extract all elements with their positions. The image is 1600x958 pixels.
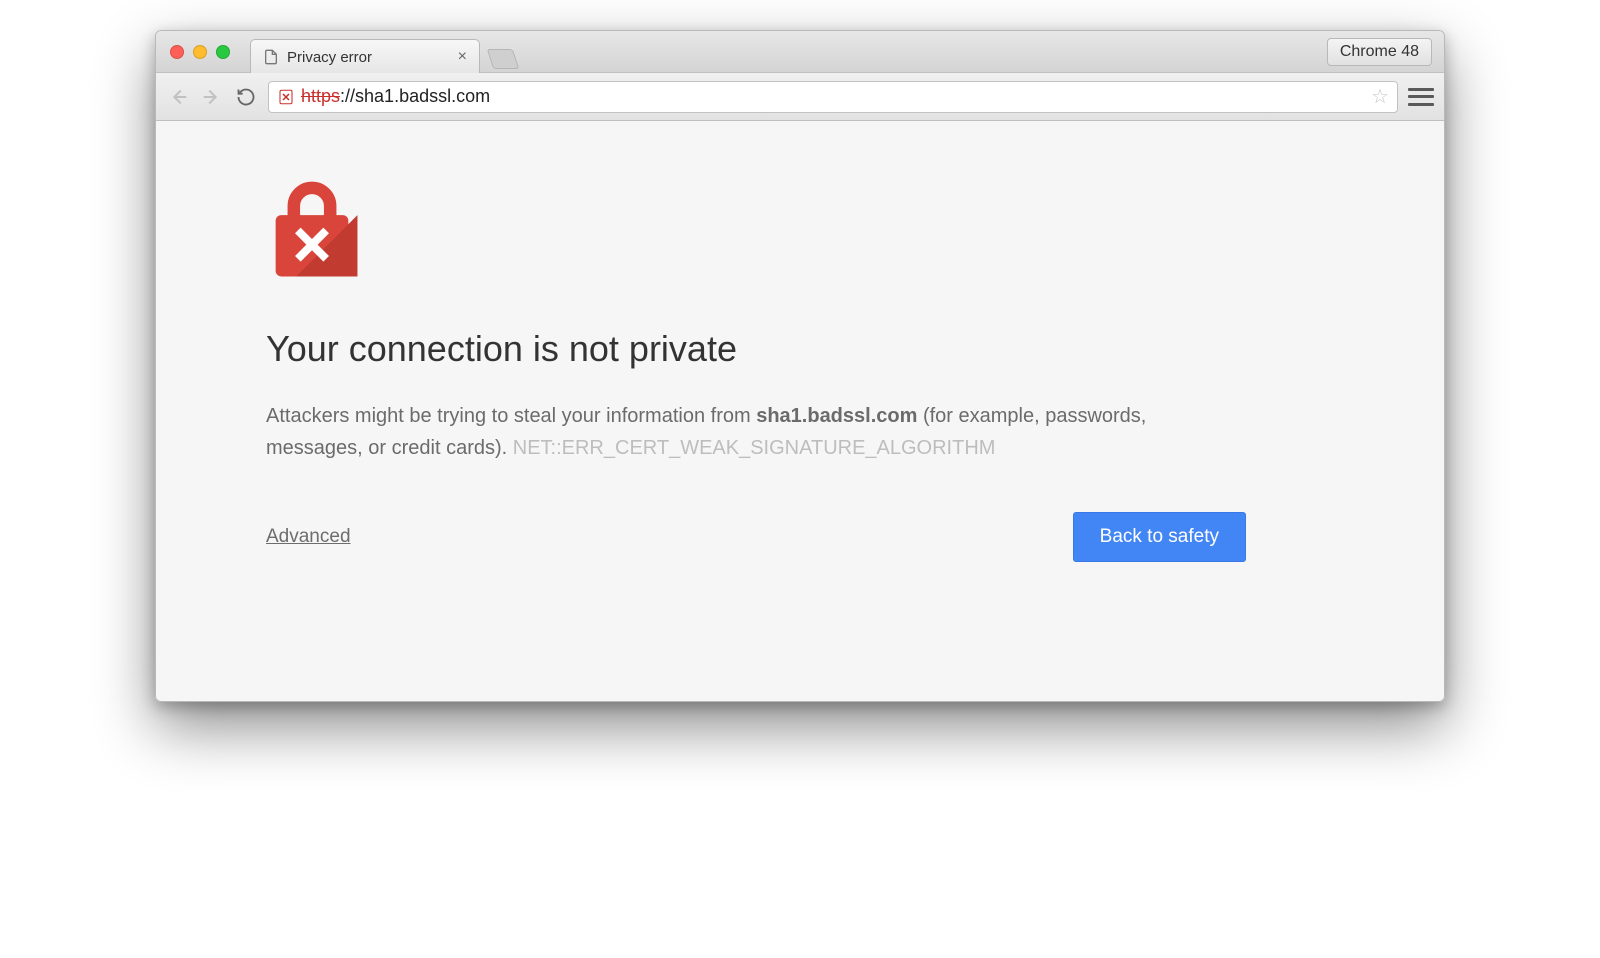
page-content: Your connection is not private Attackers…	[156, 121, 1444, 701]
warning-actions: Advanced Back to safety	[266, 512, 1246, 562]
toolbar: https://sha1.badssl.com ☆	[156, 73, 1444, 121]
ssl-warning-interstitial: Your connection is not private Attackers…	[266, 181, 1246, 562]
new-tab-button[interactable]	[487, 49, 519, 69]
titlebar: Privacy error × Chrome 48	[156, 31, 1444, 73]
chrome-version-label: Chrome 48	[1327, 38, 1432, 66]
tab-close-button[interactable]: ×	[458, 48, 467, 66]
menu-button[interactable]	[1408, 86, 1434, 108]
reload-button[interactable]	[234, 85, 258, 109]
bookmark-star-icon[interactable]: ☆	[1371, 84, 1389, 109]
tab-title: Privacy error	[287, 49, 450, 66]
window-controls	[170, 45, 230, 59]
window-minimize-button[interactable]	[193, 45, 207, 59]
warning-body: Attackers might be trying to steal your …	[266, 400, 1246, 464]
browser-window: Privacy error × Chrome 48 https://sha1.b…	[155, 30, 1445, 702]
advanced-link[interactable]: Advanced	[266, 526, 351, 548]
back-button[interactable]	[166, 85, 190, 109]
browser-tab[interactable]: Privacy error ×	[250, 39, 480, 73]
insecure-lock-icon	[277, 88, 295, 106]
forward-button[interactable]	[200, 85, 224, 109]
warning-host: sha1.badssl.com	[756, 405, 917, 427]
address-bar[interactable]: https://sha1.badssl.com ☆	[268, 81, 1398, 113]
error-code: NET::ERR_CERT_WEAK_SIGNATURE_ALGORITHM	[513, 437, 996, 459]
warning-lock-icon	[266, 181, 358, 281]
back-to-safety-button[interactable]: Back to safety	[1073, 512, 1246, 562]
url-scheme: https://sha1.badssl.com	[301, 86, 490, 107]
page-icon	[263, 49, 279, 65]
warning-body-prefix: Attackers might be trying to steal your …	[266, 405, 756, 427]
window-maximize-button[interactable]	[216, 45, 230, 59]
window-close-button[interactable]	[170, 45, 184, 59]
warning-title: Your connection is not private	[266, 328, 1246, 370]
